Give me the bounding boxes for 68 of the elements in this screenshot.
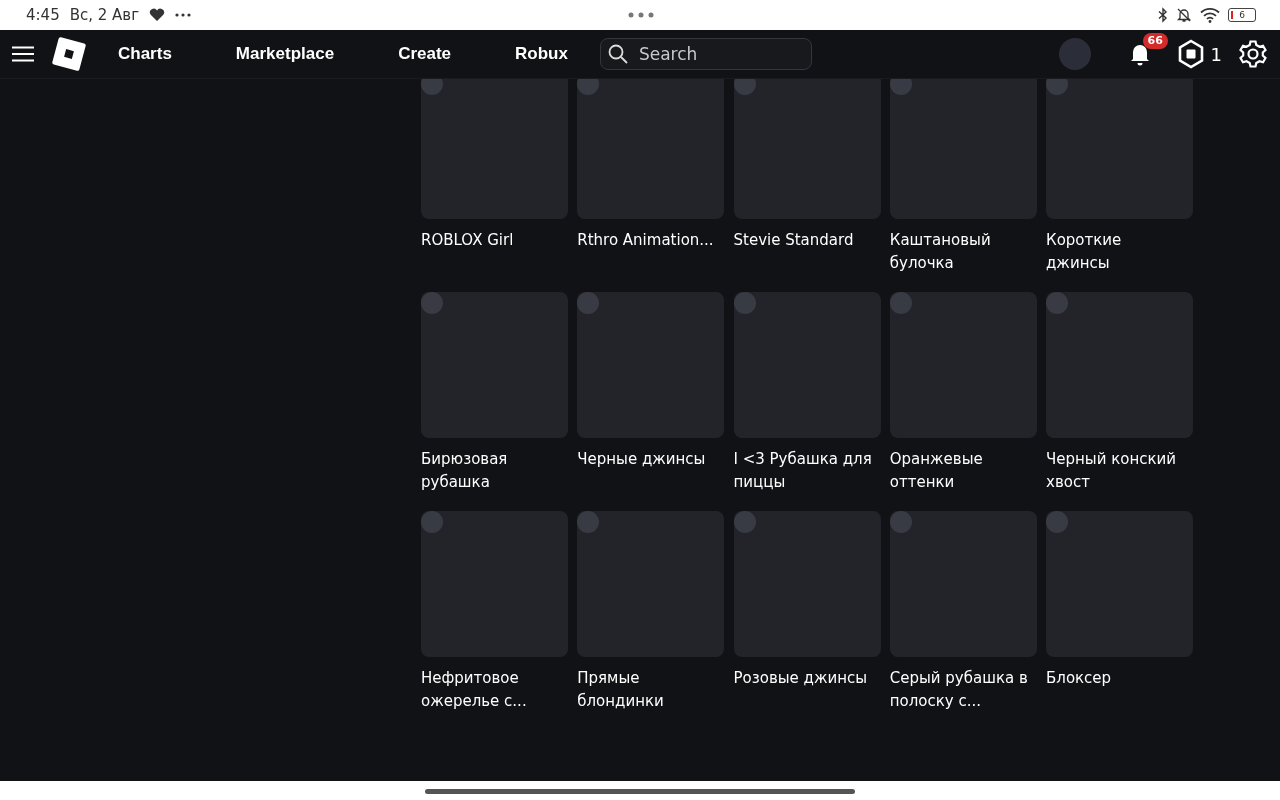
thumbnail-placeholder[interactable]: [577, 511, 725, 657]
status-date: Вс, 2 Авг: [69, 6, 140, 24]
settings-icon[interactable]: [1238, 39, 1268, 69]
thumbnail-placeholder[interactable]: [421, 79, 568, 219]
item-title[interactable]: Короткие джинсы: [1046, 229, 1193, 275]
status-time: 4:45: [26, 6, 60, 24]
skeleton-dot: [421, 511, 443, 533]
thumbnail-placeholder[interactable]: [1046, 292, 1193, 438]
avatar[interactable]: [1058, 38, 1091, 70]
item-title[interactable]: Черный конский хвост: [1046, 448, 1193, 494]
home-indicator[interactable]: [425, 788, 855, 794]
nav-link[interactable]: Robux: [483, 44, 600, 64]
more-icon[interactable]: [628, 12, 654, 18]
thumbnail-placeholder[interactable]: [421, 511, 568, 657]
thumbnail-placeholder[interactable]: [1046, 79, 1193, 219]
search-field[interactable]: Search: [599, 38, 812, 70]
item-title[interactable]: Прямые блондинки: [577, 667, 725, 713]
skeleton-dot: [733, 292, 756, 314]
skeleton-dot: [733, 79, 756, 95]
item-title[interactable]: Розовые джинсы: [733, 667, 881, 690]
skeleton-dot: [577, 292, 600, 314]
thumbnail-placeholder[interactable]: [577, 79, 725, 219]
nav-link[interactable]: Charts: [102, 44, 204, 64]
more-icon: [175, 13, 192, 17]
skeleton-dot: [1046, 511, 1068, 533]
item-title[interactable]: Каштановый булочка: [889, 229, 1037, 275]
skeleton-dot: [889, 511, 912, 533]
skeleton-dot: [577, 79, 600, 95]
thumbnail-placeholder[interactable]: [889, 292, 1037, 438]
item-title[interactable]: Черные джинсы: [577, 448, 725, 471]
nav-link[interactable]: Create: [366, 44, 484, 64]
item-title[interactable]: Rthro Animation...: [577, 229, 725, 252]
item-title[interactable]: Нефритовое ожерелье с...: [421, 667, 568, 713]
skeleton-dot: [733, 511, 756, 533]
search-icon: [607, 44, 628, 64]
item-title[interactable]: Бирюзовая рубашка: [421, 448, 568, 494]
thumbnail-placeholder[interactable]: [1046, 511, 1193, 657]
thumbnail-placeholder[interactable]: [577, 292, 725, 438]
bluetooth-icon: [1158, 7, 1168, 23]
item-title[interactable]: Блоксер: [1046, 667, 1193, 690]
robux-balance: 1: [1210, 43, 1222, 65]
skeleton-dot: [1046, 292, 1068, 314]
skeleton-dot: [889, 79, 912, 95]
item-title[interactable]: ROBLOX Girl: [421, 229, 568, 252]
notification-count: 66: [1142, 33, 1168, 49]
thumbnail-placeholder[interactable]: [733, 79, 881, 219]
thumbnail-placeholder[interactable]: [421, 292, 568, 438]
skeleton-dot: [421, 292, 443, 314]
nav-link[interactable]: Marketplace: [203, 44, 367, 64]
skeleton-dot: [1046, 79, 1068, 95]
item-title[interactable]: I <3 Рубашка для пиццы: [733, 448, 881, 494]
heart-icon: [149, 8, 166, 22]
item-title[interactable]: Оранжевые оттенки: [889, 448, 1037, 494]
wifi-icon: [1200, 7, 1220, 23]
battery-icon: 6: [1228, 8, 1256, 22]
item-title[interactable]: Серый рубашка в полоску с...: [889, 667, 1037, 713]
item-title[interactable]: Stevie Standard: [733, 229, 881, 252]
thumbnail-placeholder[interactable]: [733, 511, 881, 657]
thumbnail-placeholder[interactable]: [733, 292, 881, 438]
logo-icon[interactable]: [52, 37, 86, 71]
skeleton-dot: [421, 79, 443, 95]
thumbnail-placeholder[interactable]: [889, 79, 1037, 219]
bell-muted-icon: [1176, 7, 1192, 23]
skeleton-dot: [577, 511, 600, 533]
skeleton-dot: [889, 292, 912, 314]
thumbnail-placeholder[interactable]: [889, 511, 1037, 657]
robux-icon[interactable]: [1176, 39, 1205, 69]
menu-icon[interactable]: [12, 46, 34, 62]
